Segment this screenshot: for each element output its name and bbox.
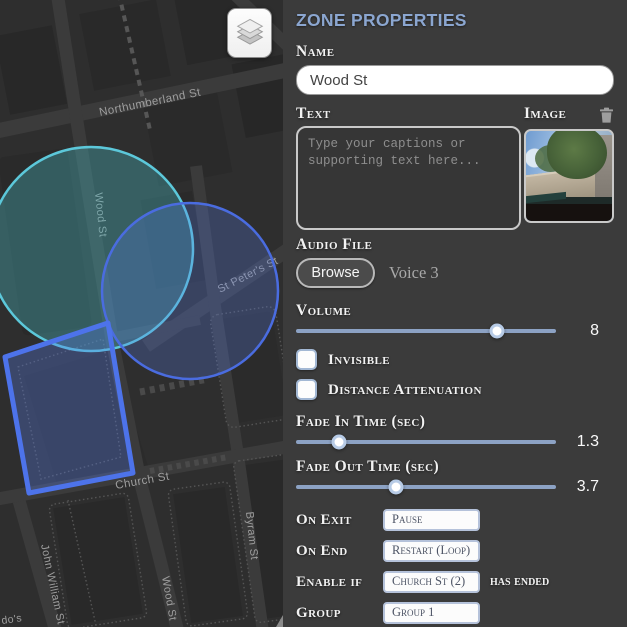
volume-slider[interactable] — [296, 323, 556, 339]
image-label: Image — [524, 105, 567, 122]
audio-file-name: Voice 3 — [389, 263, 439, 282]
text-label: Text — [296, 105, 331, 122]
browse-button[interactable]: Browse — [296, 258, 375, 288]
fade-out-slider[interactable] — [296, 479, 556, 495]
trash-icon[interactable] — [599, 107, 614, 123]
distance-attenuation-checkbox[interactable] — [296, 379, 317, 400]
audio-file-label: Audio File — [296, 236, 373, 253]
invisible-label: Invisible — [328, 351, 391, 368]
fade-out-slider-thumb[interactable] — [388, 479, 404, 495]
map-container[interactable]: Northumberland St Wood St St Peter's St … — [0, 0, 283, 627]
enable-if-field[interactable]: Church St (2) — [383, 570, 480, 593]
page-title: ZONE PROPERTIES — [296, 10, 467, 30]
image-thumbnail[interactable] — [524, 129, 614, 223]
fade-in-slider-thumb[interactable] — [331, 434, 347, 450]
fade-in-value: 1.3 — [576, 433, 599, 450]
volume-label: Volume — [296, 302, 352, 319]
name-label: Name — [296, 43, 335, 60]
zone-blue-circle[interactable] — [100, 201, 280, 381]
zone-blue-rect[interactable] — [2, 320, 136, 496]
fade-in-label: Fade In Time (sec) — [296, 413, 426, 430]
on-exit-field[interactable]: Pause — [383, 508, 480, 531]
group-label: Group — [296, 604, 341, 621]
volume-slider-thumb[interactable] — [489, 323, 505, 339]
enable-if-suffix: has ended — [490, 573, 550, 589]
on-end-row: On End Restart (Loop) — [296, 535, 614, 566]
on-exit-row: On Exit Pause — [296, 504, 614, 535]
enable-if-row: Enable if Church St (2) has ended — [296, 566, 614, 597]
fade-in-slider[interactable] — [296, 434, 556, 450]
fade-out-label: Fade Out Time (sec) — [296, 458, 440, 475]
caption-textarea[interactable] — [296, 126, 521, 230]
fade-out-value: 3.7 — [576, 478, 599, 495]
on-end-label: On End — [296, 542, 348, 559]
group-field[interactable]: Group 1 — [383, 601, 480, 624]
enable-if-label: Enable if — [296, 573, 363, 590]
name-input[interactable] — [296, 65, 614, 95]
map-canvas: Northumberland St Wood St St Peter's St … — [0, 0, 283, 627]
on-end-field[interactable]: Restart (Loop) — [383, 539, 480, 562]
zone-properties-panel: ZONE PROPERTIES Name Text Image — [283, 0, 627, 627]
on-exit-label: On Exit — [296, 511, 352, 528]
layers-button[interactable] — [227, 8, 272, 58]
thumbnail-tree — [546, 131, 607, 179]
invisible-checkbox[interactable] — [296, 349, 317, 370]
group-row: Group Group 1 — [296, 597, 614, 627]
distance-attenuation-label: Distance Attenuation — [328, 381, 482, 398]
volume-value: 8 — [590, 322, 599, 339]
layers-icon — [236, 18, 263, 45]
